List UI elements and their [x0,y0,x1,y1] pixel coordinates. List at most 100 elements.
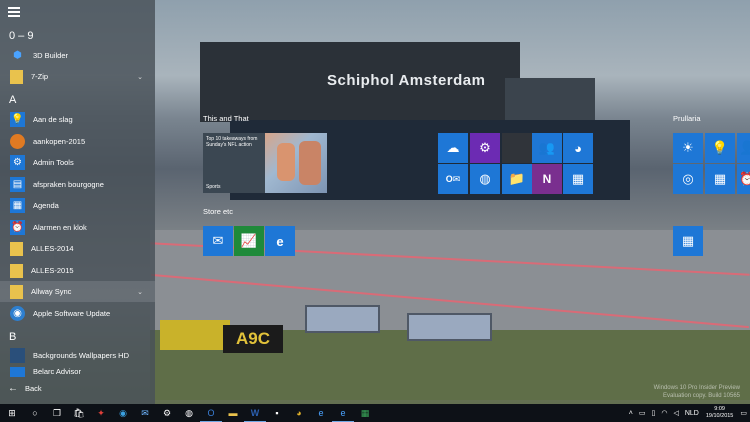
battery-icon[interactable]: ▯ [651,409,655,417]
taskbar-internet-explorer[interactable]: e [310,404,332,422]
app-item-aankopen-2015[interactable]: aankopen-2015 [0,131,155,152]
tile-file-explorer[interactable]: 📁 [502,164,532,194]
taskbar: ⊞ ○ ❐ 🛍 ✦ ◉ ✉ ⚙ ◍ O ▬ W ▪ ◕ e e ▦ ˄ ▭ ▯ … [0,404,750,422]
blue-app-icon: ◉ [119,407,127,418]
app-item-apple-software-update[interactable]: ◉ Apple Software Update [0,303,155,324]
tile-weather[interactable]: ☁ [438,133,468,163]
app-item-alarmen-en-klok[interactable]: ⏰ Alarmen en klok [0,217,155,238]
group-title-store-etc[interactable]: Store etc [203,207,233,216]
chart-icon: 📈 [240,233,258,248]
cortana-button[interactable]: ○ [24,404,46,422]
task-view-button[interactable]: ❐ [46,404,68,422]
news-tile[interactable]: Top 10 takeaways from Sunday's NFL actio… [203,133,327,193]
app-item-aan-de-slag[interactable]: 💡 Aan de slag [0,109,155,130]
group-title-this-and-that[interactable]: This and That [203,114,249,123]
tile-onenote[interactable]: N [532,164,562,194]
gear-icon: ⚙ [479,140,491,155]
taskbar-word[interactable]: W [244,404,266,422]
app-item-backgrounds-wallpapers-hd[interactable]: Backgrounds Wallpapers HD [0,345,155,366]
people-icon: 👥 [538,140,556,155]
hamburger-menu-icon[interactable] [8,7,20,17]
folder-icon: 📁 [508,171,526,186]
tile-photos[interactable]: ◕ [563,133,593,163]
taskbar-outlook[interactable]: O [200,404,222,422]
clock[interactable]: 9:09 19/10/2015 [706,406,734,420]
tile-edge[interactable]: e [265,226,295,256]
tile-empty[interactable] [502,133,532,163]
taskbar-edge[interactable]: e [332,404,354,422]
taskbar-store[interactable]: 🛍 [68,404,90,422]
outlook-icon: O✉ [445,173,461,184]
store-icon: 🛍 [73,407,85,418]
tile-maps[interactable]: ◍ [470,164,500,194]
news-headline: Top 10 takeaways from Sunday's NFL actio… [203,133,265,193]
admin-tools-icon: ⚙ [10,155,25,170]
edge-icon: e [276,233,284,249]
internet-explorer-icon: e [318,408,324,418]
app-item-7-zip[interactable]: 7-Zip ⌄ [0,66,155,87]
group-header-0-9[interactable]: 0 – 9 [9,30,33,42]
network-icon[interactable]: ▭ [639,409,646,417]
music-disc-icon: ◎ [682,171,694,186]
taskbar-app-blue[interactable]: ◉ [112,404,134,422]
tile-calculator[interactable]: ▦ [673,226,703,256]
tile-store[interactable]: ▦ [563,164,593,194]
pumpkin-icon [10,134,25,149]
taskbar-file-explorer[interactable]: ▬ [222,404,244,422]
taskbar-maps[interactable]: ◍ [178,404,200,422]
alarm-icon: ⏰ [739,171,750,186]
taskbar-excel[interactable]: ▦ [354,404,376,422]
tile-groove[interactable]: ◎ [673,164,703,194]
app-item-afspraken-bourgogne[interactable]: ▤ afspraken bourgogne [0,174,155,195]
tile-money[interactable]: 📈 [234,226,264,256]
notification-icon[interactable]: ▭ [740,409,747,417]
app-item-3d-builder[interactable]: ⬢ 3D Builder [0,45,155,66]
wifi-icon[interactable]: ◠ [661,409,667,417]
calculator-icon: ▦ [681,233,695,248]
app-item-admin-tools[interactable]: ⚙ Admin Tools [0,152,155,173]
tile-calendar[interactable]: ▦ [705,164,735,194]
language-indicator[interactable]: NLD [685,410,699,417]
group-header-b[interactable]: B [9,331,16,343]
tile-people[interactable]: 👥 [532,133,562,163]
folder-icon [10,284,23,299]
tile-people-partial[interactable]: 👤 [737,133,750,163]
chevron-up-icon[interactable]: ˄ [629,410,633,417]
back-button[interactable]: ← Back [8,383,42,394]
group-title-prullaria[interactable]: Prullaria [673,114,701,123]
taskbar-chrome[interactable]: ◕ [288,404,310,422]
people-icon: 👤 [739,140,750,155]
tile-mail[interactable]: ✉ [203,226,233,256]
taskbar-app-red[interactable]: ✦ [90,404,112,422]
volume-icon[interactable]: ◁ [673,409,678,417]
back-arrow-icon: ← [8,383,18,394]
app-item-allway-sync[interactable]: Allway Sync ⌄ [0,281,155,302]
3d-builder-icon: ⬢ [13,50,22,61]
news-category: Sports [206,184,221,190]
app-item-agenda[interactable]: ▦ Agenda [0,195,155,216]
alarm-clock-icon: ⏰ [10,220,25,235]
word-icon: W [250,407,260,418]
cortana-circle-icon: ○ [32,408,38,418]
tile-outlook[interactable]: O✉ [438,164,468,194]
taskbar-mail[interactable]: ✉ [134,404,156,422]
taskbar-app-gray[interactable]: ▪ [266,404,288,422]
tile-tips[interactable]: 💡 [705,133,735,163]
tile-weather-sun[interactable]: ☀ [673,133,703,163]
app-item-belarc-advisor[interactable]: Belarc Advisor [0,367,155,377]
tile-settings[interactable]: ⚙ [470,133,500,163]
calendar-icon: ▦ [713,171,727,186]
taskbar-settings[interactable]: ⚙ [156,404,178,422]
windows-logo-icon: ⊞ [8,407,16,418]
app-item-alles-2014[interactable]: ALLES-2014 [0,238,155,259]
excel-icon: ▦ [360,407,370,418]
start-button[interactable]: ⊞ [0,404,24,422]
edge-icon: e [340,407,346,418]
chevron-down-icon[interactable]: ⌄ [137,288,143,296]
tile-alarm-partial[interactable]: ⏰ [737,164,750,194]
chevron-down-icon[interactable]: ⌄ [137,73,143,81]
start-app-list: 0 – 9 ⬢ 3D Builder 7-Zip ⌄ A 💡 Aan de sl… [0,0,155,404]
group-header-a[interactable]: A [9,94,16,106]
app-item-alles-2015[interactable]: ALLES-2015 [0,260,155,281]
folder-icon [10,69,23,84]
